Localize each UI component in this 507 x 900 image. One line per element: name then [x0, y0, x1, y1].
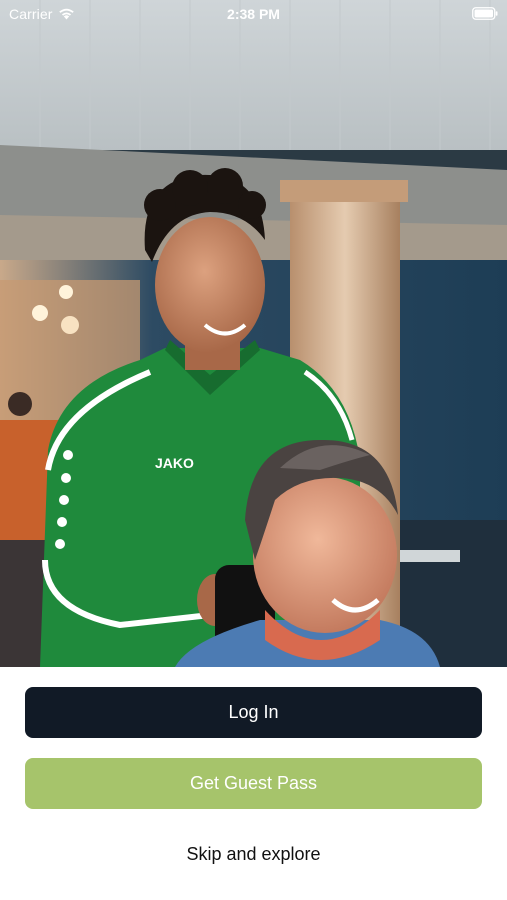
hero-photo-illustration: JAKO [0, 0, 507, 667]
welcome-screen: JAKO Carrier 2:38 PM Log In Get Guest Pa… [0, 0, 507, 900]
status-bar: Carrier 2:38 PM [0, 0, 507, 28]
get-guest-pass-button[interactable]: Get Guest Pass [25, 758, 482, 809]
status-time: 2:38 PM [227, 6, 280, 22]
skip-and-explore-link[interactable]: Skip and explore [0, 844, 507, 865]
svg-text:JAKO: JAKO [155, 455, 194, 471]
battery-icon [472, 7, 498, 20]
action-panel: Log In Get Guest Pass Skip and explore [0, 667, 507, 900]
hero-photo: JAKO [0, 0, 507, 667]
log-in-button[interactable]: Log In [25, 687, 482, 738]
